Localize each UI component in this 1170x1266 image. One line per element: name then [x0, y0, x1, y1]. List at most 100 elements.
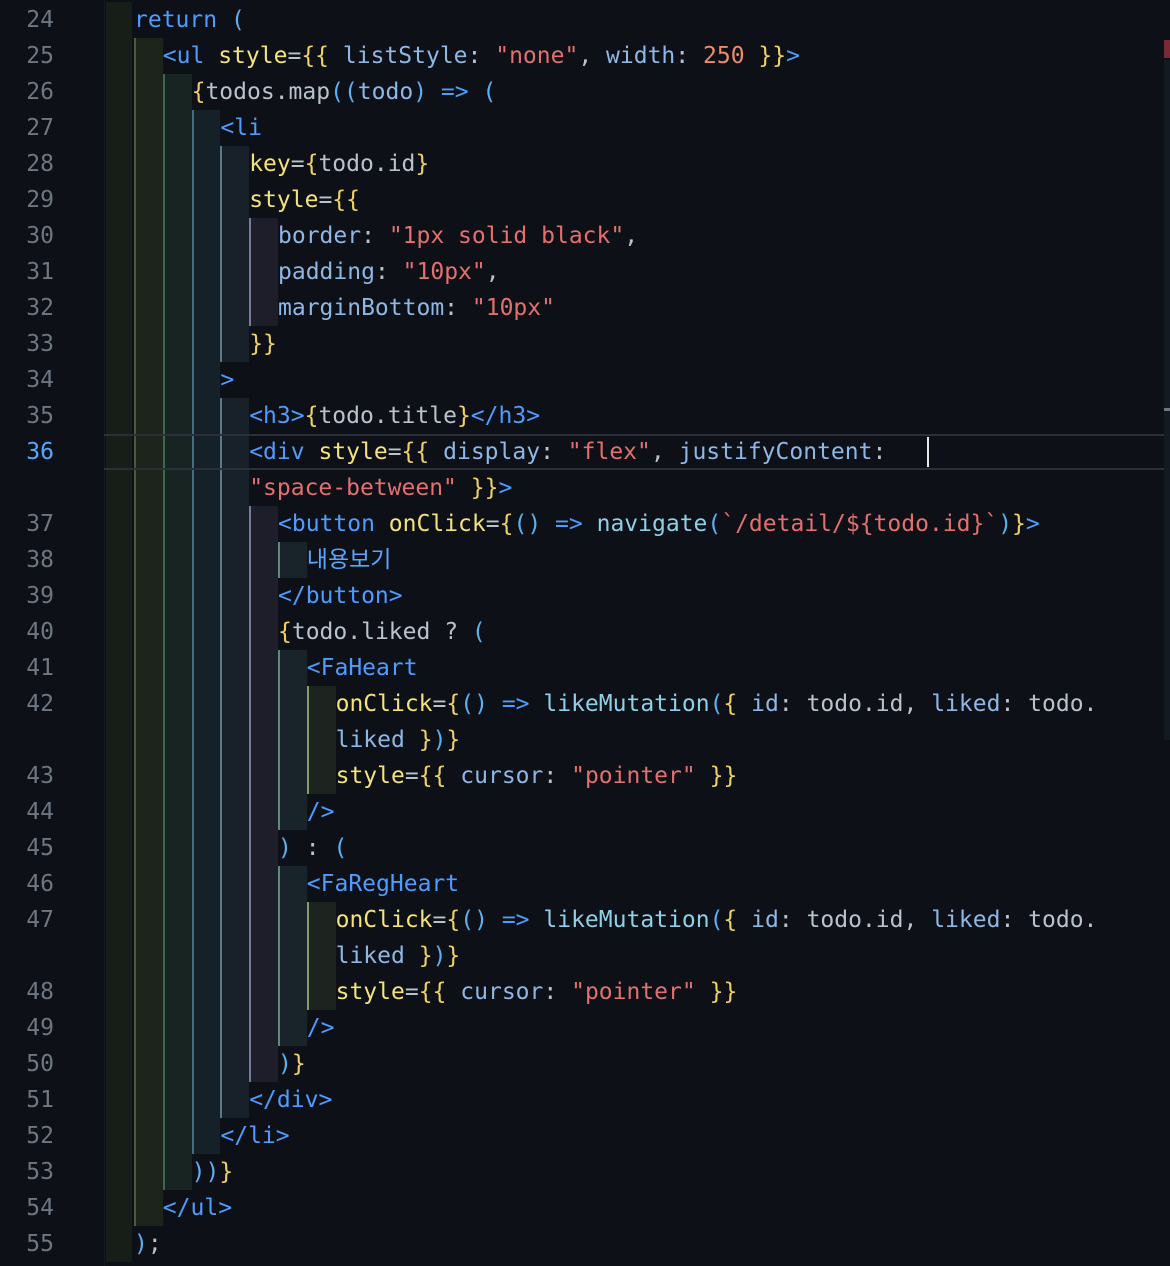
indent-guide — [162, 362, 165, 398]
indent-guide — [191, 110, 194, 146]
indent-guide — [220, 938, 223, 974]
indent-band — [106, 254, 132, 290]
code-editor[interactable]: 24 return (25 <ul style={{ listStyle: "non… — [0, 0, 1170, 1266]
code-line-45[interactable]: 45) : ( — [0, 830, 1170, 866]
indent-guide — [249, 866, 252, 902]
indent-guide — [162, 1082, 165, 1118]
line-number: 34 — [26, 367, 54, 393]
code-line-35[interactable]: 35 <h3>{todo.title}</h3> — [0, 398, 1170, 434]
code-line-53[interactable]: 53))} — [0, 1154, 1170, 1190]
code-line-30[interactable]: 30 border: "1px solid black", — [0, 218, 1170, 254]
line-number: 38 — [26, 547, 54, 573]
code-line-24[interactable]: 24 return ( — [0, 2, 1170, 38]
indent-guide — [191, 326, 194, 362]
code-line-25[interactable]: 25 <ul style={{ listStyle: "none", width:… — [0, 38, 1170, 74]
code-line-34[interactable]: 34 > — [0, 362, 1170, 398]
code-text: )} — [278, 1051, 306, 1077]
indent-guide — [220, 578, 223, 614]
indent-band — [134, 614, 163, 650]
indent-band — [220, 146, 250, 182]
code-line-36[interactable]: 36 <div style={{ display: "flex", justify… — [0, 434, 1170, 470]
code-line-37[interactable]: 37 <button onClick={() => navigate(`/deta… — [0, 506, 1170, 542]
line-number: 39 — [26, 583, 54, 609]
indent-band — [191, 254, 221, 290]
code-text: liked })} — [335, 943, 461, 969]
code-line-41[interactable]: 41 <FaHeart — [0, 650, 1170, 686]
code-text: style={{ cursor: "pointer" }} — [335, 763, 738, 789]
indent-band — [162, 1118, 192, 1154]
code-line-50[interactable]: 50)} — [0, 1046, 1170, 1082]
indent-band — [220, 326, 250, 362]
indent-band — [134, 38, 163, 74]
code-line-44[interactable]: 44 /> — [0, 794, 1170, 830]
indent-guide — [134, 542, 136, 578]
indent-band — [134, 686, 163, 722]
scrollbar-thumb[interactable] — [1164, 60, 1170, 740]
indent-guide — [249, 902, 252, 938]
indent-band — [278, 686, 307, 722]
indent-band — [162, 542, 192, 578]
code-line-43[interactable]: 43 style={{ cursor: "pointer" }} — [0, 758, 1170, 794]
indent-guide — [191, 794, 194, 830]
code-line-42[interactable]: 42 onClick={() => likeMutation({ id: todo… — [0, 686, 1170, 722]
code-line-28[interactable]: 28 key={todo.id} — [0, 146, 1170, 182]
line-number: 44 — [26, 799, 54, 825]
indent-band — [191, 830, 221, 866]
indent-guide — [220, 1046, 223, 1082]
code-line-47[interactable]: 47 onClick={() => likeMutation({ id: todo… — [0, 902, 1170, 938]
code-line-48[interactable]: 48 style={{ cursor: "pointer" }} — [0, 974, 1170, 1010]
indent-guide — [134, 146, 136, 182]
indent-band — [134, 1190, 163, 1226]
line-number: 28 — [26, 151, 54, 177]
code-line-wrapped[interactable]: liked })} — [0, 722, 1170, 758]
indent-band — [162, 470, 192, 506]
indent-guide — [191, 866, 194, 902]
code-line-32[interactable]: 32 marginBottom: "10px" — [0, 290, 1170, 326]
code-line-55[interactable]: 55); — [0, 1226, 1170, 1262]
code-line-40[interactable]: 40 {todo.liked ? ( — [0, 614, 1170, 650]
code-text: <ul style={{ listStyle: "none", width: 2… — [162, 43, 800, 69]
indent-guide — [191, 1118, 194, 1154]
indent-band — [162, 290, 192, 326]
indent-guide — [191, 686, 194, 722]
indent-band — [162, 146, 192, 182]
code-line-29[interactable]: 29 style={{ — [0, 182, 1170, 218]
indent-band — [134, 1082, 163, 1118]
indent-guide — [249, 650, 252, 686]
indent-band — [162, 362, 192, 398]
indent-guide — [162, 110, 165, 146]
indent-band — [191, 650, 221, 686]
line-number: 26 — [26, 79, 54, 105]
code-line-33[interactable]: 33}} — [0, 326, 1170, 362]
code-line-46[interactable]: 46 <FaRegHeart — [0, 866, 1170, 902]
code-line-wrapped[interactable]: liked })} — [0, 938, 1170, 974]
code-line-31[interactable]: 31 padding: "10px", — [0, 254, 1170, 290]
overview-ruler-mark — [1164, 40, 1170, 58]
indent-band — [191, 362, 221, 398]
code-line-54[interactable]: 54 </ul> — [0, 1190, 1170, 1226]
line-number: 43 — [26, 763, 54, 789]
indent-band — [249, 974, 278, 1010]
code-line-26[interactable]: 26 {todos.map((todo) => ( — [0, 74, 1170, 110]
indent-guide — [306, 902, 309, 938]
code-line-52[interactable]: 52 </li> — [0, 1118, 1170, 1154]
line-number: 35 — [26, 403, 54, 429]
indent-band — [249, 506, 278, 542]
indent-band — [249, 578, 278, 614]
indent-guide — [220, 1082, 223, 1118]
code-line-wrapped[interactable]: "space-between" }}> — [0, 470, 1170, 506]
indent-band — [220, 722, 250, 758]
indent-guide — [134, 974, 136, 1010]
indent-guide — [191, 722, 194, 758]
code-line-38[interactable]: 38 내용보기 — [0, 542, 1170, 578]
code-line-51[interactable]: 51 </div> — [0, 1082, 1170, 1118]
code-line-39[interactable]: 39 </button> — [0, 578, 1170, 614]
code-line-27[interactable]: 27 <li — [0, 110, 1170, 146]
code-line-49[interactable]: 49 /> — [0, 1010, 1170, 1046]
indent-band — [134, 1010, 163, 1046]
line-number: 27 — [26, 115, 54, 141]
indent-band — [134, 542, 163, 578]
indent-band — [106, 506, 132, 542]
indent-band — [191, 146, 221, 182]
code-text: ) : ( — [278, 835, 348, 861]
